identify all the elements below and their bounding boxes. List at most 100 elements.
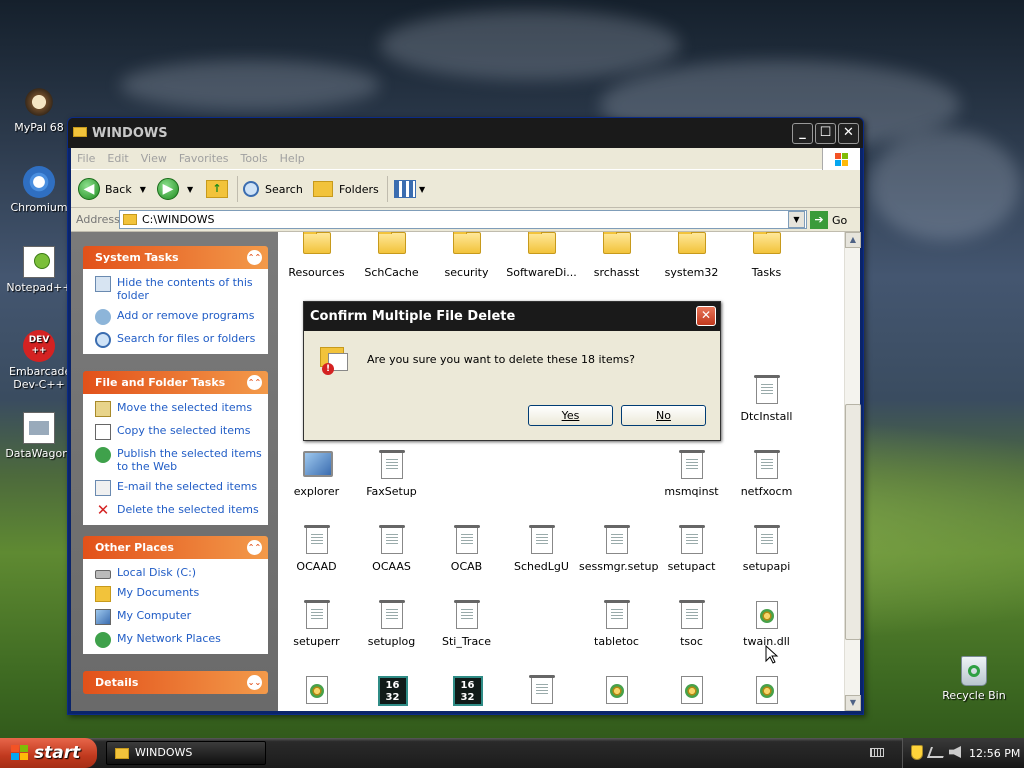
file-item[interactable]: DtcInstall xyxy=(729,375,804,423)
badge-16: 16 xyxy=(385,680,400,691)
scroll-thumb[interactable] xyxy=(845,404,861,640)
my-computer-icon xyxy=(95,609,111,625)
folder-icon xyxy=(302,232,331,254)
folder-item[interactable]: SchCache xyxy=(354,232,429,279)
file-item[interactable]: setupact xyxy=(654,525,729,573)
task-move-items[interactable]: Move the selected items xyxy=(95,401,262,417)
place-my-documents[interactable]: My Documents xyxy=(95,586,262,602)
folder-icon xyxy=(602,232,631,254)
keyboard-icon[interactable] xyxy=(870,748,884,757)
file-item[interactable]: setupapi xyxy=(729,525,804,573)
address-dropdown-button[interactable]: ▼ xyxy=(788,211,805,228)
task-copy-items[interactable]: Copy the selected items xyxy=(95,424,262,440)
details-header[interactable]: Details ⌄⌄ xyxy=(83,671,268,694)
folder-item[interactable]: SoftwareDi... xyxy=(504,232,579,279)
menu-edit[interactable]: Edit xyxy=(101,148,134,169)
menu-favorites[interactable]: Favorites xyxy=(173,148,235,169)
start-button[interactable]: start xyxy=(0,738,97,768)
task-delete-items[interactable]: ✕ Delete the selected items xyxy=(95,503,262,519)
address-field[interactable]: C:\WINDOWS xyxy=(119,210,807,229)
place-local-disk[interactable]: Local Disk (C:) xyxy=(95,566,262,579)
views-button[interactable]: ▼ xyxy=(394,175,425,203)
file-item[interactable]: twain.dll xyxy=(729,601,804,648)
file-item[interactable]: netfxocm xyxy=(729,450,804,498)
menu-help[interactable]: Help xyxy=(274,148,311,169)
yes-button[interactable]: Yes xyxy=(528,405,613,426)
confirm-delete-dialog[interactable]: Confirm Multiple File Delete ✕ ! Are you… xyxy=(303,301,721,441)
task-label: Copy the selected items xyxy=(117,424,251,437)
file-item[interactable]: Sti_Trace xyxy=(429,600,504,648)
folder-item[interactable]: srchasst xyxy=(579,232,654,279)
folder-item[interactable]: system32 xyxy=(654,232,729,279)
file-item[interactable]: OCAAD xyxy=(279,525,354,573)
collapse-chevron-icon[interactable]: ⌃⌃ xyxy=(247,250,262,265)
network-icon[interactable] xyxy=(926,747,948,758)
file-item[interactable]: sessmgr.setup xyxy=(579,525,658,573)
back-label: Back xyxy=(105,182,132,196)
folder-item[interactable]: security xyxy=(429,232,504,279)
recycle-bin-icon xyxy=(961,656,987,686)
back-button[interactable]: ◀ Back ▼ xyxy=(78,175,146,203)
place-my-computer[interactable]: My Computer xyxy=(95,609,262,625)
desktop-icon-recycle-bin[interactable]: Recycle Bin xyxy=(935,656,1013,702)
task-search-files[interactable]: Search for files or folders xyxy=(95,332,262,348)
go-button[interactable]: ➔ Go xyxy=(810,210,847,230)
scroll-up-button[interactable]: ▲ xyxy=(845,232,861,248)
minimize-button[interactable]: _ xyxy=(792,123,813,144)
folder-item[interactable]: Tasks xyxy=(729,232,804,279)
file-item[interactable]: msmqinst xyxy=(654,450,729,498)
file-item[interactable]: 16 32 xyxy=(354,676,429,710)
scroll-down-button[interactable]: ▼ xyxy=(845,695,861,711)
file-item[interactable] xyxy=(654,676,729,710)
dev-badge-text: DEV xyxy=(28,335,50,345)
other-places-header[interactable]: Other Places ⌃⌃ xyxy=(83,536,268,559)
clock[interactable]: 12:56 PM xyxy=(969,747,1020,760)
menu-tools[interactable]: Tools xyxy=(235,148,274,169)
file-folder-tasks-header[interactable]: File and Folder Tasks ⌃⌃ xyxy=(83,371,268,394)
folders-icon xyxy=(313,181,333,197)
file-item[interactable]: OCAAS xyxy=(354,525,429,573)
up-folder-button[interactable]: ↑ xyxy=(206,175,228,203)
file-label: system32 xyxy=(664,266,719,279)
maximize-button[interactable]: ☐ xyxy=(815,123,836,144)
window-titlebar[interactable]: WINDOWS _ ☐ ✕ xyxy=(68,118,863,148)
task-email-items[interactable]: E-mail the selected items xyxy=(95,480,262,496)
dialog-close-button[interactable]: ✕ xyxy=(696,306,716,326)
file-item[interactable]: OCAB xyxy=(429,525,504,573)
close-button[interactable]: ✕ xyxy=(838,123,859,144)
task-hide-contents[interactable]: Hide the contents of this folder xyxy=(95,276,262,302)
folders-button[interactable]: Folders xyxy=(313,175,379,203)
file-item[interactable] xyxy=(579,676,654,710)
vertical-scrollbar[interactable]: ▲ ▼ xyxy=(844,232,861,711)
file-item[interactable]: SchedLgU xyxy=(504,525,579,573)
file-item[interactable]: 16 32 xyxy=(429,676,504,710)
volume-icon[interactable] xyxy=(949,746,961,758)
folder-item[interactable]: Resources xyxy=(279,232,354,279)
menu-file[interactable]: File xyxy=(71,148,101,169)
file-item[interactable]: tabletoc xyxy=(579,600,654,648)
file-item[interactable]: setuplog xyxy=(354,600,429,648)
file-item[interactable]: explorer xyxy=(279,451,354,498)
security-shield-icon[interactable] xyxy=(911,745,923,760)
menu-view[interactable]: View xyxy=(135,148,173,169)
file-item[interactable] xyxy=(729,676,804,710)
file-item[interactable]: tsoc xyxy=(654,600,729,648)
forward-button[interactable]: ▶ ▼ xyxy=(157,175,193,203)
collapse-chevron-icon[interactable]: ⌃⌃ xyxy=(247,540,262,555)
dialog-titlebar[interactable]: Confirm Multiple File Delete ✕ xyxy=(304,302,720,331)
system-tasks-title: System Tasks xyxy=(95,251,179,264)
expand-chevron-icon[interactable]: ⌄⌄ xyxy=(247,675,262,690)
file-item[interactable] xyxy=(504,675,579,710)
file-item[interactable]: setuperr xyxy=(279,600,354,648)
task-add-remove-programs[interactable]: Add or remove programs xyxy=(95,309,262,325)
file-item[interactable] xyxy=(279,676,354,710)
no-button[interactable]: No xyxy=(621,405,706,426)
collapse-chevron-icon[interactable]: ⌃⌃ xyxy=(247,375,262,390)
task-publish-web[interactable]: Publish the selected items to the Web xyxy=(95,447,262,473)
windows-flag-icon xyxy=(11,745,29,761)
taskbar-window-button[interactable]: WINDOWS xyxy=(106,741,266,765)
file-item[interactable]: FaxSetup xyxy=(354,450,429,498)
system-tasks-header[interactable]: System Tasks ⌃⌃ xyxy=(83,246,268,269)
place-my-network[interactable]: My Network Places xyxy=(95,632,262,648)
search-button[interactable]: Search xyxy=(243,175,303,203)
